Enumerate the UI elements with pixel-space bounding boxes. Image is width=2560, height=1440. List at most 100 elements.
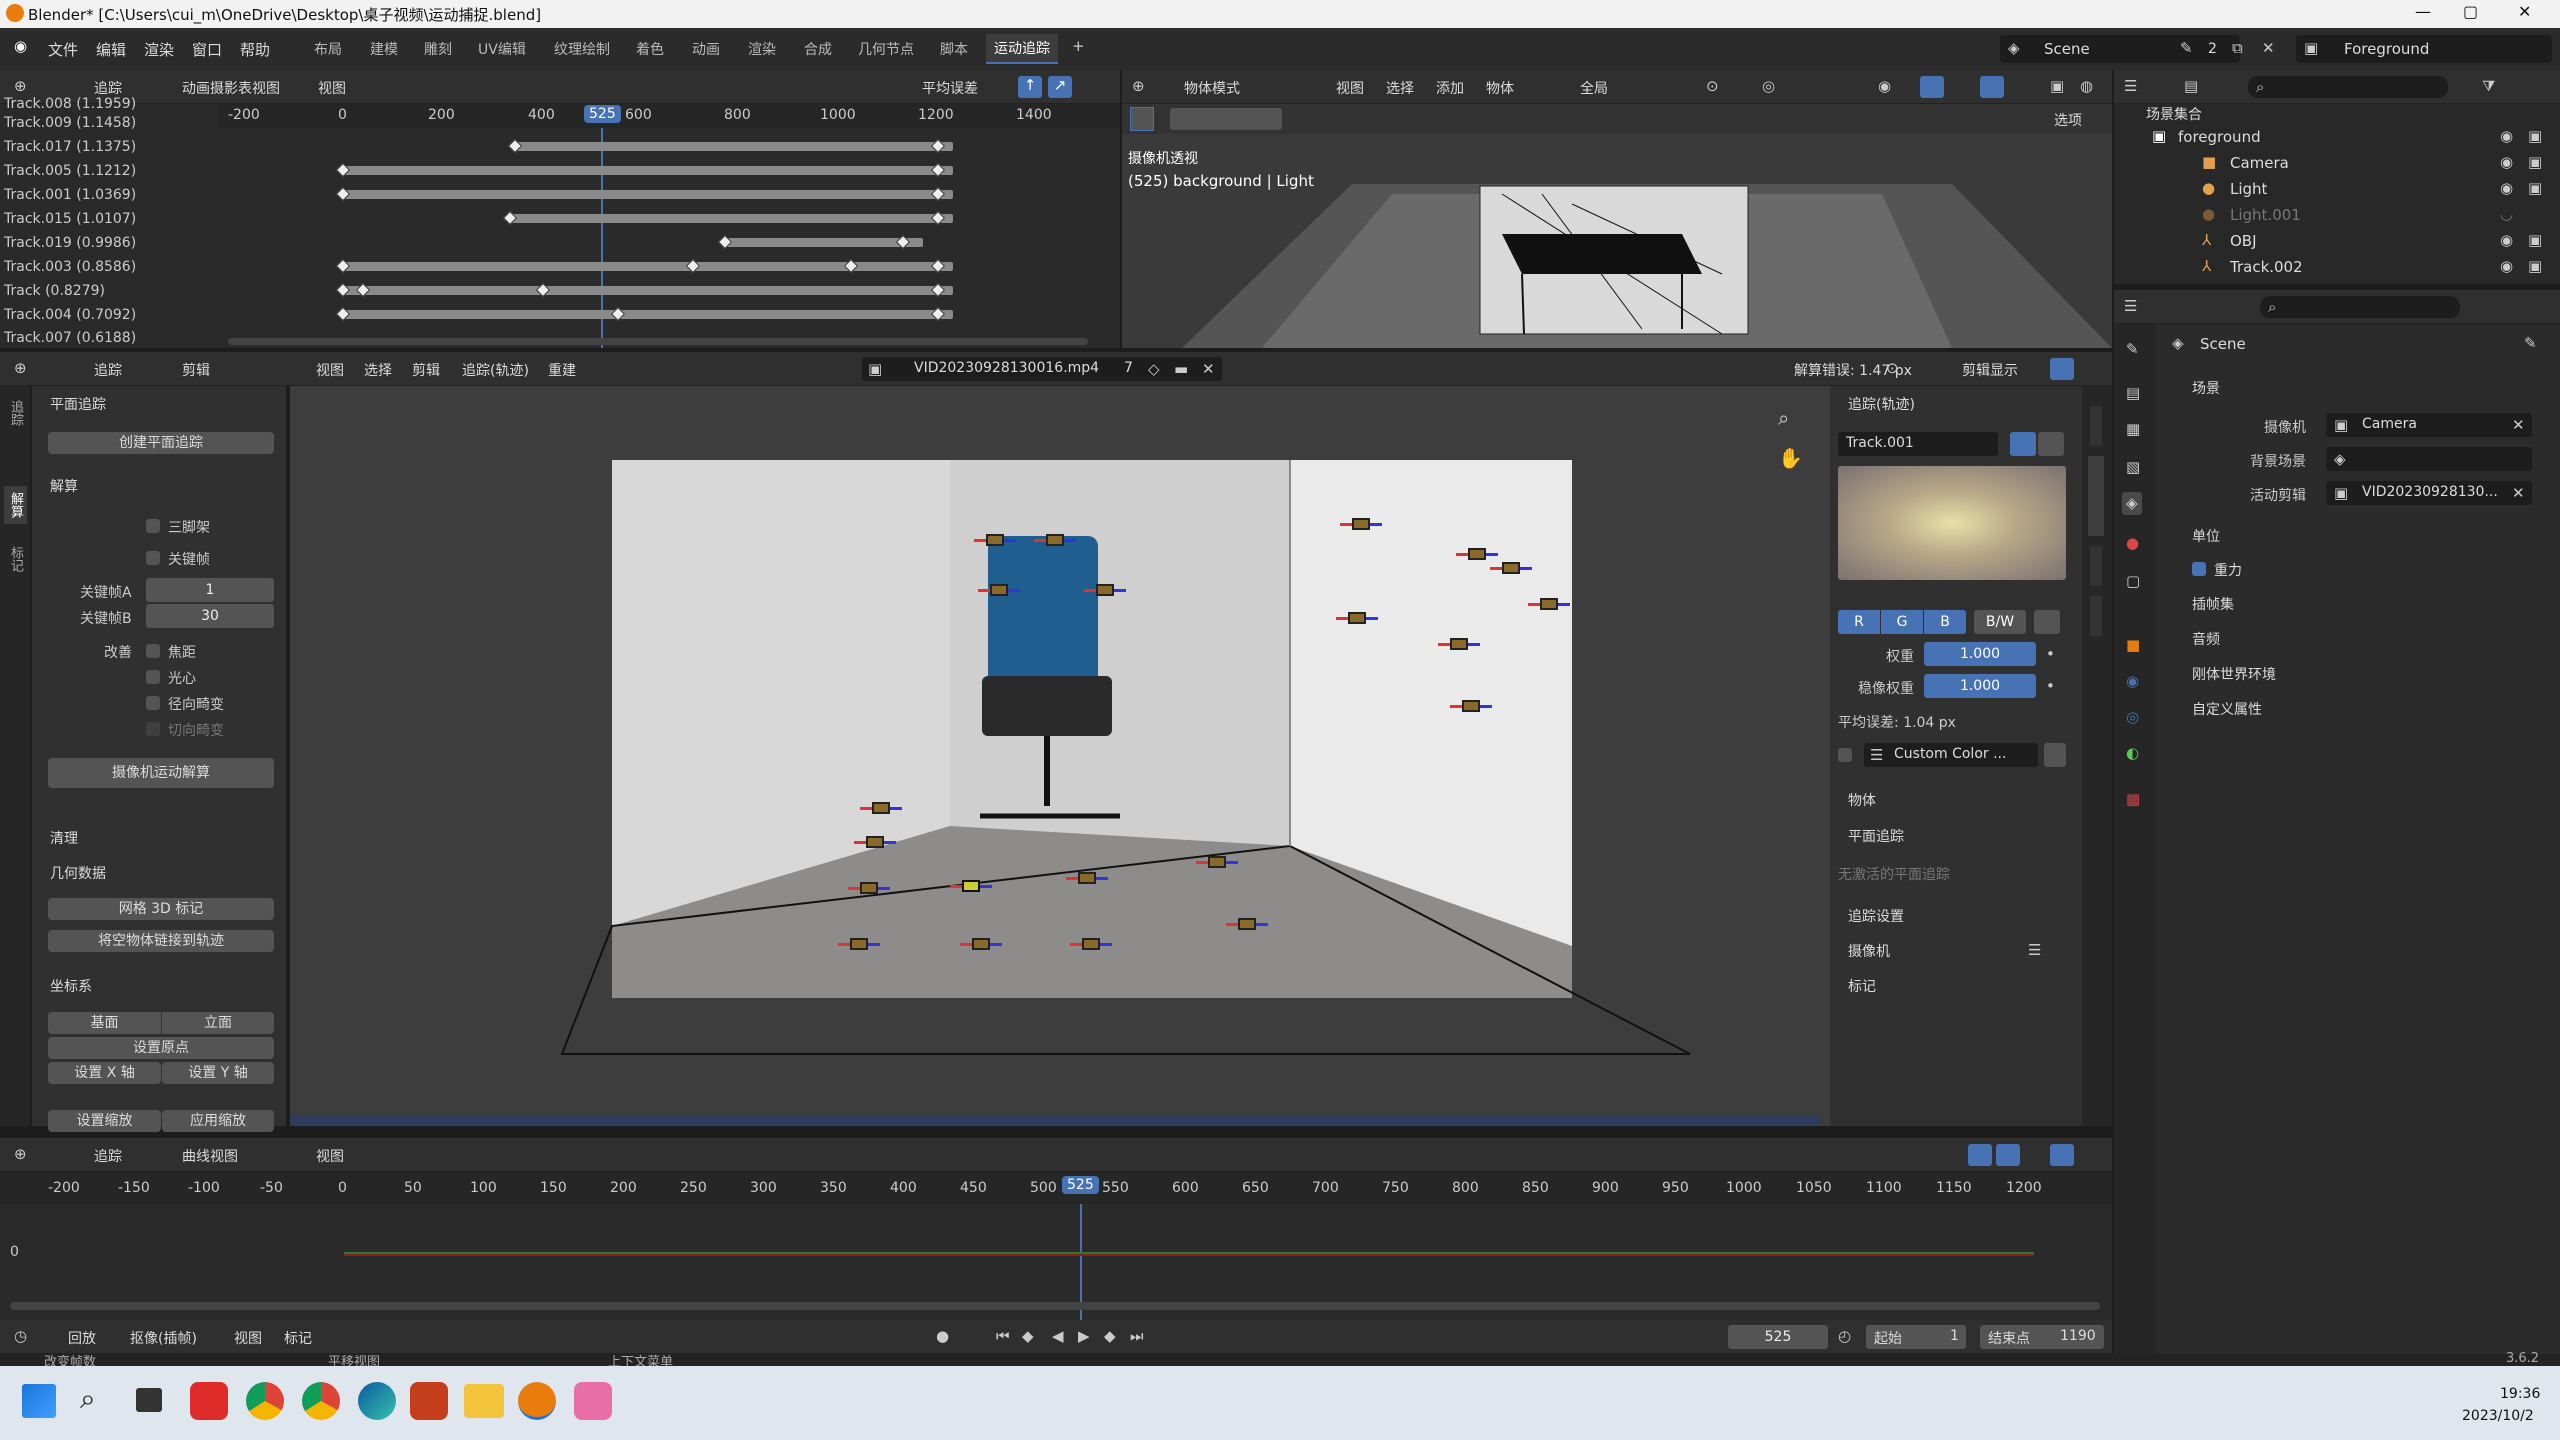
object-tab-icon[interactable]: ■ xyxy=(2126,638,2140,653)
menu-render[interactable]: 渲染 xyxy=(144,39,174,60)
tab-markers[interactable]: 标记 xyxy=(6,546,25,572)
tab-modeling[interactable]: 建模 xyxy=(370,39,398,59)
track-marker[interactable] xyxy=(1226,918,1268,930)
keyframe-a-field[interactable]: 1 xyxy=(146,578,274,602)
gravity-checkbox[interactable] xyxy=(2192,562,2206,576)
channel-bw-button[interactable]: B/W xyxy=(1974,610,2026,634)
units-panel[interactable]: 单位 xyxy=(2192,526,2220,546)
eye-icon[interactable]: ◉ xyxy=(2500,259,2513,274)
dopesheet-sort[interactable]: 平均误差 xyxy=(922,78,978,98)
chrome-profile-icon[interactable] xyxy=(302,1382,340,1420)
track-channel[interactable]: Track (0.8279) xyxy=(4,283,105,299)
timeline-editor-icon[interactable]: ◷ xyxy=(14,1329,27,1344)
track-marker[interactable] xyxy=(960,938,1002,950)
pan-hand-icon[interactable]: ✋ xyxy=(1778,448,1803,468)
tab-uv[interactable]: UV编辑 xyxy=(478,39,526,59)
viewport-menu[interactable]: 视图 xyxy=(1336,78,1364,98)
end-frame-field[interactable]: 结束点 1190 xyxy=(1980,1325,2104,1349)
texture-tab-icon[interactable]: ▩ xyxy=(2126,792,2140,807)
track-marker-selected[interactable] xyxy=(950,880,992,892)
select-box-icon[interactable] xyxy=(1130,107,1154,131)
powerpoint-icon[interactable] xyxy=(410,1382,448,1420)
set-y-axis-button[interactable]: 设置 Y 轴 xyxy=(162,1062,274,1084)
timeline-marker-menu[interactable]: 标记 xyxy=(284,1328,312,1348)
edge-icon[interactable] xyxy=(358,1382,396,1420)
tab-footage[interactable] xyxy=(2090,596,2102,636)
menu-file[interactable]: 文件 xyxy=(48,39,78,60)
clip-menu[interactable]: 选择 xyxy=(364,360,392,380)
tab-scripting[interactable]: 脚本 xyxy=(940,39,968,59)
viewport-menu[interactable]: 添加 xyxy=(1436,78,1464,98)
track-channel[interactable]: Track.003 (0.8586) xyxy=(4,259,136,275)
clip-editor-type-icon[interactable]: ⊕ xyxy=(14,361,27,376)
channel-g-button[interactable]: G xyxy=(1881,610,1923,634)
view-layer-selector[interactable]: ▣ Foreground xyxy=(2296,35,2552,63)
clip-mode-dropdown[interactable]: 追踪 xyxy=(94,360,122,380)
outliner-item-foreground[interactable]: ▣ foreground ◉ ▣ xyxy=(2114,124,2560,150)
menu-window[interactable]: 窗口 xyxy=(192,39,222,60)
play-icon[interactable]: ▶ xyxy=(1078,1329,1090,1344)
add-workspace-icon[interactable]: + xyxy=(1072,39,1085,54)
delete-scene-icon[interactable]: ✕ xyxy=(2262,41,2275,56)
tab-layout[interactable]: 布局 xyxy=(314,39,342,59)
graph-curve-icon[interactable] xyxy=(1996,1144,2020,1166)
close-icon[interactable]: ✕ xyxy=(2518,2,2531,21)
constraints-tab-icon[interactable]: ◎ xyxy=(2126,710,2139,725)
audio-panel[interactable]: 音频 xyxy=(2192,629,2220,649)
start-frame-field[interactable]: 起始 1 xyxy=(1866,1325,1966,1349)
maximize-icon[interactable]: ▢ xyxy=(2463,2,2478,21)
shading-wire-icon[interactable]: ◍ xyxy=(2080,79,2093,94)
track-marker[interactable] xyxy=(974,534,1016,546)
tab-motion-tracking[interactable]: 运动追踪 xyxy=(986,34,1058,64)
clip-menu[interactable]: 剪辑 xyxy=(412,360,440,380)
fake-user-icon[interactable]: ◇ xyxy=(1148,362,1160,377)
open-folder-icon[interactable]: ▬ xyxy=(1174,362,1188,377)
set-wall-button[interactable]: 立面 xyxy=(162,1012,274,1034)
tangential-distortion-checkbox[interactable] xyxy=(146,722,160,736)
track-channel[interactable]: Track.007 (0.6188) xyxy=(4,330,136,346)
track-marker[interactable] xyxy=(1196,856,1238,868)
task-view-icon[interactable] xyxy=(136,1388,162,1412)
track-marker[interactable] xyxy=(1336,612,1378,624)
clip-selector[interactable]: ▣ VID20230928130016.mp4 7 ◇ ▬ ✕ xyxy=(862,357,1222,381)
clip-view[interactable]: ⌕ ✋ xyxy=(290,386,1830,1126)
camera-render-icon[interactable]: ▣ xyxy=(2528,155,2542,170)
dopesheet-mode[interactable]: 追踪 xyxy=(94,78,122,98)
tab-track-right[interactable] xyxy=(2088,456,2104,536)
color-picker-icon[interactable] xyxy=(2044,743,2066,767)
track-marker[interactable] xyxy=(1066,872,1108,884)
clip-scrub-bar[interactable] xyxy=(290,1116,1820,1126)
sort-filter-icon[interactable]: ↗ xyxy=(1048,76,1072,98)
background-scene-field[interactable]: ◈ xyxy=(2326,447,2532,471)
clip-menu[interactable]: 视图 xyxy=(316,360,344,380)
graph-filter-icon[interactable] xyxy=(1968,1144,1992,1166)
viewport-menu[interactable]: 物体 xyxy=(1486,78,1514,98)
minimize-icon[interactable]: — xyxy=(2415,2,2431,21)
focal-checkbox[interactable] xyxy=(146,644,160,658)
keying-sets-panel[interactable]: 插帧集 xyxy=(2192,594,2234,614)
graph-editor-type-icon[interactable]: ⊕ xyxy=(14,1147,27,1162)
camera-panel[interactable]: 摄像机 xyxy=(1848,941,1890,961)
track-marker[interactable] xyxy=(1084,584,1126,596)
clip-menu[interactable]: 重建 xyxy=(548,360,576,380)
track-marker[interactable] xyxy=(1070,938,1112,950)
solve-panel[interactable]: 解算 xyxy=(50,476,78,496)
outliner-item-camera[interactable]: ■ Camera ◉ ▣ xyxy=(2114,150,2560,176)
file-explorer-icon[interactable] xyxy=(464,1384,504,1418)
track-channel[interactable]: Track.001 (1.0369) xyxy=(4,187,136,203)
render-tab-icon[interactable]: ▤ xyxy=(2126,386,2140,401)
create-plane-track-button[interactable]: 创建平面追踪 xyxy=(48,432,274,454)
current-frame-field[interactable]: 525 xyxy=(1728,1325,1828,1349)
track-name-field[interactable]: Track.001 xyxy=(1838,432,1998,456)
view-layer-tab-icon[interactable]: ▧ xyxy=(2126,460,2140,475)
graph-view-dropdown[interactable]: 曲线视图 xyxy=(182,1146,238,1166)
stab-weight-field[interactable]: 1.000 xyxy=(1924,674,2036,698)
channel-r-button[interactable]: R xyxy=(1838,610,1880,634)
tab-rendering[interactable]: 渲染 xyxy=(748,39,776,59)
camera-render-icon[interactable]: ▣ xyxy=(2528,181,2542,196)
search-icon[interactable]: ⌕ xyxy=(80,1382,96,1416)
graph-hscrollbar[interactable] xyxy=(10,1302,2100,1310)
zoom-icon[interactable]: ⌕ xyxy=(1778,408,1789,428)
record-icon[interactable]: ● xyxy=(936,1329,949,1344)
physics-tab-icon[interactable]: ◉ xyxy=(2126,674,2139,689)
